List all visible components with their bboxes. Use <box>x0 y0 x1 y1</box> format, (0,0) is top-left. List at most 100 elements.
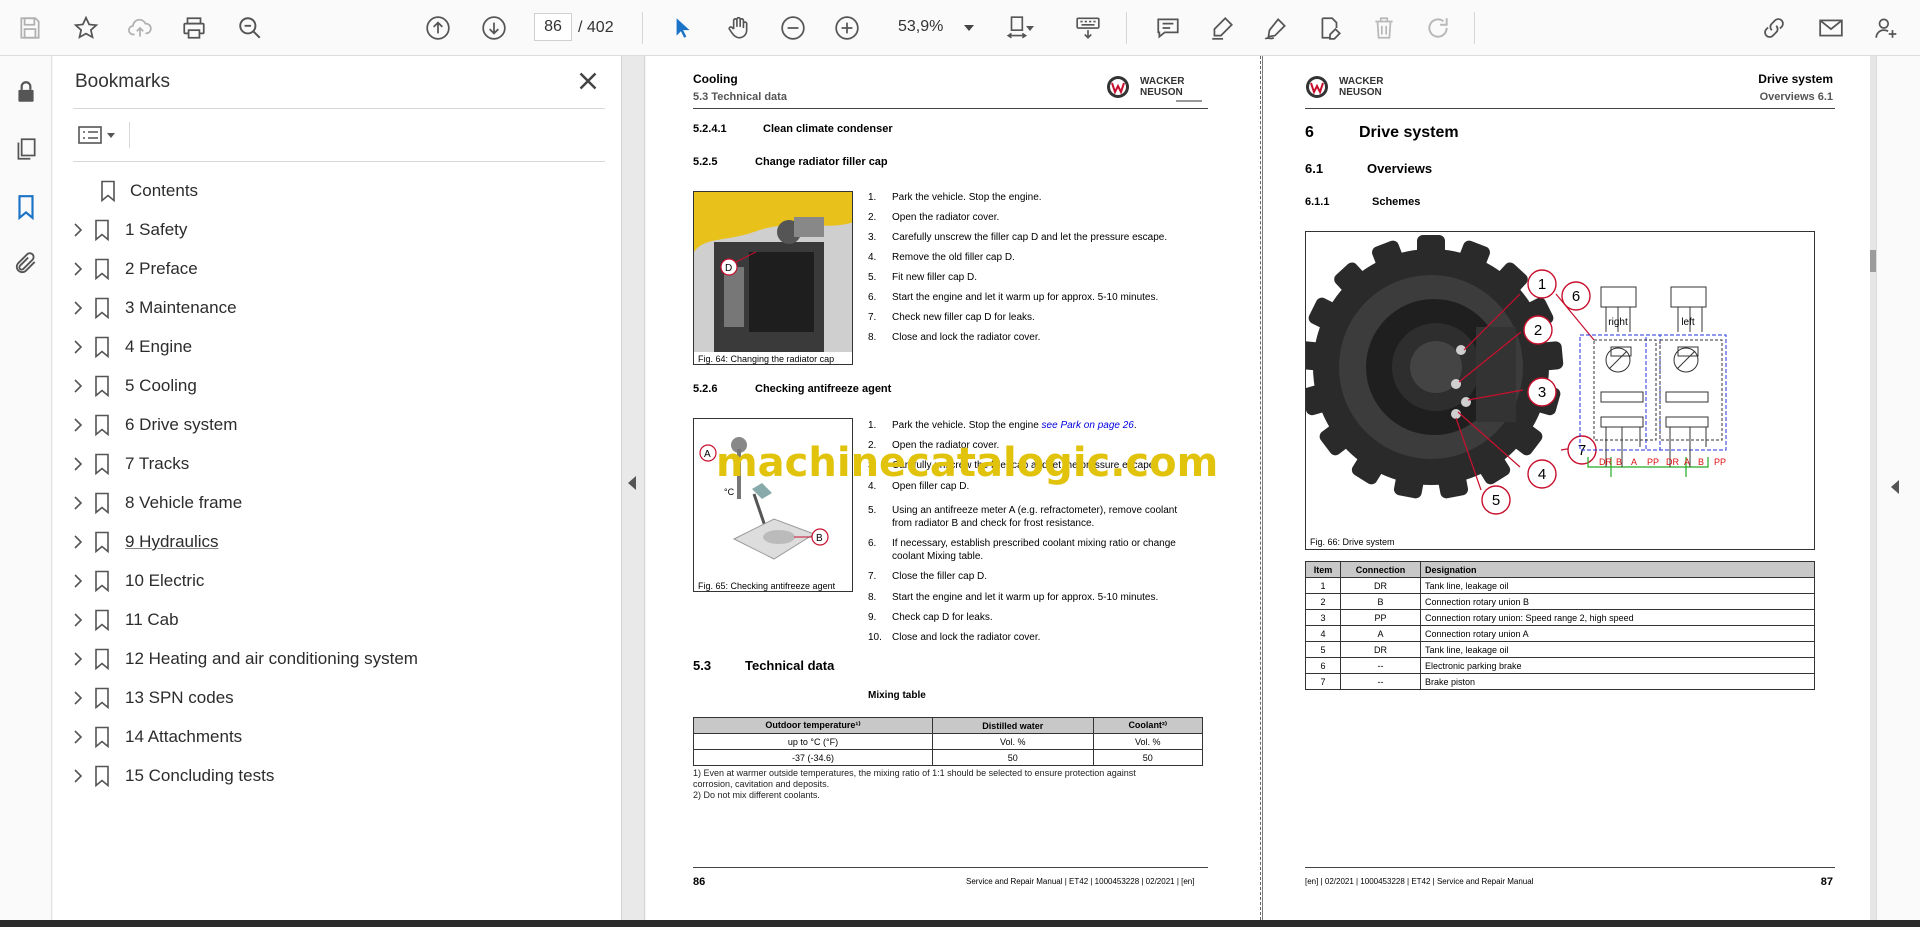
bookmark-label: 1 Safety <box>125 220 188 239</box>
select-cursor-icon[interactable] <box>664 10 700 46</box>
figure-label: D <box>725 263 732 274</box>
section-title: Schemes <box>1372 196 1421 208</box>
table-header: Outdoor temperature¹⁾ <box>693 717 933 734</box>
bookmark-item[interactable]: 13 SPN codes <box>53 679 621 718</box>
chevron-right-icon[interactable] <box>71 417 85 433</box>
cloud-upload-icon[interactable] <box>122 10 158 46</box>
bookmark-options-button[interactable] <box>75 120 125 150</box>
fit-page-dropdown-icon[interactable] <box>1022 10 1038 46</box>
bookmark-item[interactable]: 5 Cooling <box>53 367 621 406</box>
page-thumbnails-icon[interactable] <box>10 133 42 165</box>
hand-tool-icon[interactable] <box>720 10 756 46</box>
port-label: DR <box>1599 457 1612 467</box>
footnote: 1) Even at warmer outside temperatures, … <box>693 768 1136 778</box>
callout-number: 5 <box>1492 492 1500 509</box>
chevron-right-icon[interactable] <box>71 768 85 784</box>
zoom-in-icon[interactable] <box>829 10 865 46</box>
bookmark-label: 5 Cooling <box>125 376 197 395</box>
keyboard-scroll-icon[interactable] <box>1070 10 1106 46</box>
user-add-icon[interactable] <box>1868 10 1904 46</box>
bookmark-item[interactable]: 7 Tracks <box>53 445 621 484</box>
table-header: Connection <box>1340 561 1421 578</box>
bookmark-item[interactable]: 10 Electric <box>53 562 621 601</box>
bookmark-item[interactable]: 12 Heating and air conditioning system <box>53 640 621 679</box>
bookmark-item[interactable]: 1 Safety <box>53 211 621 250</box>
step-number: 5. <box>868 272 877 283</box>
page-number-input[interactable]: 86 <box>534 13 572 41</box>
table-cell: Connection rotary union A <box>1420 625 1815 642</box>
chevron-right-icon[interactable] <box>71 612 85 628</box>
bookmark-item[interactable]: 4 Engine <box>53 328 621 367</box>
chevron-right-icon[interactable] <box>71 261 85 277</box>
comment-icon[interactable] <box>1150 10 1186 46</box>
zoom-level-dropdown[interactable]: 53,9% <box>886 13 978 41</box>
section-title: Technical data <box>745 658 835 673</box>
bookmark-item[interactable]: 3 Maintenance <box>53 289 621 328</box>
bookmark-icon <box>99 180 117 203</box>
bookmark-item[interactable]: 15 Concluding tests <box>53 757 621 796</box>
attachment-icon[interactable] <box>10 247 42 279</box>
page-up-icon[interactable] <box>420 10 456 46</box>
sign-pen-icon[interactable] <box>1258 10 1294 46</box>
watermark-text: machinecatalogic.com <box>716 440 1219 486</box>
bookmark-item[interactable]: 14 Attachments <box>53 718 621 757</box>
bookmark-item[interactable]: 9 Hydraulics <box>53 523 621 562</box>
table-row: -37 (-34.6) 50 50 <box>693 749 1204 766</box>
panel-splitter[interactable] <box>621 56 645 920</box>
close-icon[interactable] <box>573 66 603 96</box>
table-header: Distilled water <box>932 717 1094 734</box>
chevron-right-icon[interactable] <box>71 690 85 706</box>
collapse-panel-icon[interactable] <box>628 476 636 490</box>
svg-text:WACKER: WACKER <box>1339 76 1384 87</box>
lock-icon[interactable] <box>10 76 42 108</box>
bookmark-panel-icon[interactable] <box>10 191 42 223</box>
zoom-out-icon[interactable] <box>775 10 811 46</box>
bookmark-icon <box>93 765 111 788</box>
table-cell: Vol. % <box>932 733 1094 750</box>
bookmark-icon <box>93 219 111 242</box>
chevron-right-icon[interactable] <box>71 456 85 472</box>
table-header: Item <box>1305 561 1341 578</box>
highlight-pen-icon[interactable] <box>1204 10 1240 46</box>
bookmark-item[interactable]: 2 Preface <box>53 250 621 289</box>
chevron-right-icon[interactable] <box>71 573 85 589</box>
chevron-right-icon[interactable] <box>71 534 85 550</box>
table-row: 4 A Connection rotary union A <box>1305 625 1815 642</box>
bookmark-item[interactable]: Contents <box>53 172 621 211</box>
bookmark-icon <box>93 687 111 710</box>
table-header: Coolant²⁾ <box>1092 717 1204 734</box>
bookmark-item[interactable]: 6 Drive system <box>53 406 621 445</box>
chevron-right-icon[interactable] <box>71 300 85 316</box>
delete-icon[interactable] <box>1366 10 1402 46</box>
save-icon[interactable] <box>12 10 48 46</box>
chevron-right-icon[interactable] <box>71 339 85 355</box>
chapter-number: 6 <box>1305 124 1314 141</box>
edit-document-icon[interactable] <box>1312 10 1348 46</box>
drive-sprocket-image <box>1306 235 1564 499</box>
bookmark-item[interactable]: 11 Cab <box>53 601 621 640</box>
table-cell: Brake piston <box>1420 673 1815 690</box>
chevron-right-icon[interactable] <box>71 729 85 745</box>
step-text: If necessary, establish prescribed coola… <box>892 538 1176 549</box>
bookmark-item[interactable]: 8 Vehicle frame <box>53 484 621 523</box>
bookmark-label: 4 Engine <box>125 337 193 356</box>
star-icon[interactable] <box>68 10 104 46</box>
bookmark-label: 12 Heating and air conditioning system <box>125 649 418 668</box>
email-icon[interactable] <box>1813 10 1849 46</box>
chevron-right-icon[interactable] <box>71 378 85 394</box>
zoom-search-icon[interactable] <box>232 10 268 46</box>
step-number: 3. <box>868 232 877 243</box>
page-link[interactable]: see Park on page 26 <box>1042 420 1134 431</box>
step-text: Check cap D for leaks. <box>892 612 993 623</box>
redo-icon[interactable] <box>1420 10 1456 46</box>
figure-label: B <box>816 533 823 544</box>
chevron-right-icon[interactable] <box>71 222 85 238</box>
navigation-rail <box>0 56 52 927</box>
chevron-right-icon[interactable] <box>71 495 85 511</box>
print-icon[interactable] <box>176 10 212 46</box>
share-link-icon[interactable] <box>1756 10 1792 46</box>
page-down-icon[interactable] <box>476 10 512 46</box>
step-text: Using an antifreeze meter A (e.g. refrac… <box>892 505 1178 516</box>
expand-tools-icon[interactable] <box>1891 480 1899 494</box>
chevron-right-icon[interactable] <box>71 651 85 667</box>
